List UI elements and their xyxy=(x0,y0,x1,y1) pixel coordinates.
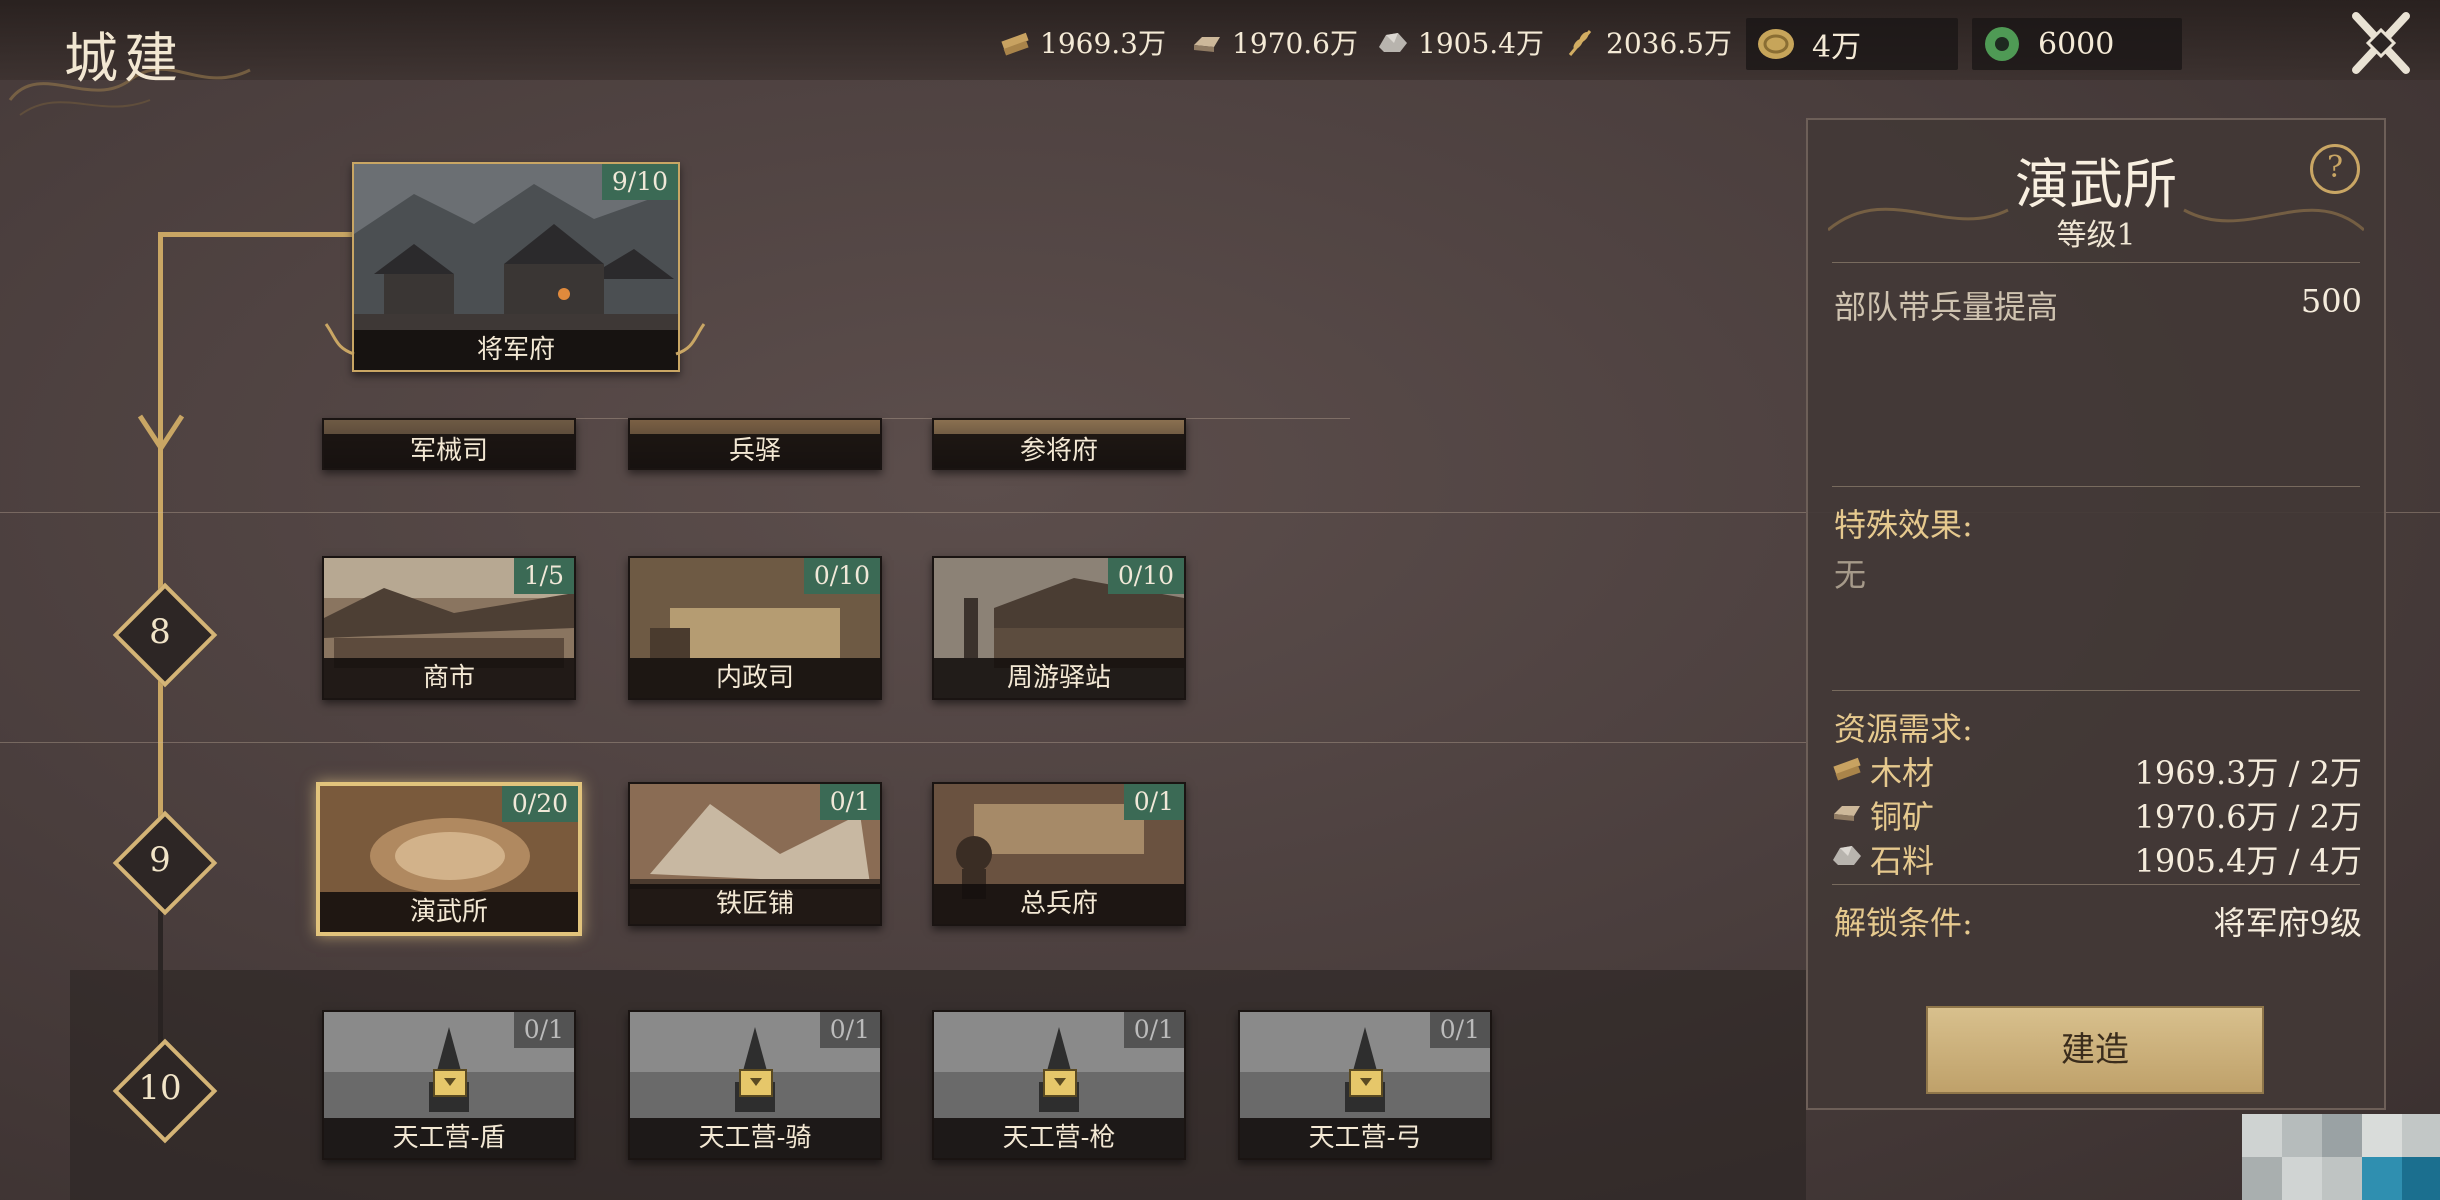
building-name: 总兵府 xyxy=(934,884,1184,924)
wood-icon xyxy=(1833,757,1861,781)
building-name: 天工营-盾 xyxy=(324,1118,574,1158)
building-card[interactable]: 参将府 xyxy=(932,418,1186,470)
requirement-name: 木材 xyxy=(1870,754,1935,792)
building-name: 参将府 xyxy=(934,434,1184,468)
help-icon[interactable]: ? xyxy=(2310,144,2360,194)
row-separator xyxy=(0,742,1806,743)
effect-value: 500 xyxy=(2300,282,2362,320)
progress-badge: 0/1 xyxy=(1429,1012,1490,1048)
resource-grain: 2036.5万 xyxy=(1564,22,1732,62)
building-name: 演武所 xyxy=(320,892,578,932)
building-name: 天工营-弓 xyxy=(1240,1118,1490,1158)
building-card-locked[interactable]: 0/1 天工营-骑 xyxy=(628,1010,882,1160)
tree-connector-horizontal xyxy=(158,232,354,237)
gold-coin-icon xyxy=(1758,29,1794,59)
resource-value: 1970.6万 xyxy=(1232,27,1358,60)
resource-wood: 1969.3万 xyxy=(998,22,1166,62)
copper-ingot-icon xyxy=(1834,806,1860,821)
requirement-name: 石料 xyxy=(1870,842,1935,880)
building-detail-panel: 演武所 等级1 ? 部队带兵量提高 500 特殊效果: 无 资源需求: 木材 1… xyxy=(1806,118,2386,1110)
building-name: 将军府 xyxy=(354,330,678,370)
unlock-label: 解锁条件: xyxy=(1834,904,1973,942)
resource-copper: 1970.6万 xyxy=(1190,22,1358,62)
progress-badge: 1/5 xyxy=(513,558,574,594)
progress-badge: 0/1 xyxy=(819,784,880,820)
resource-value: 1969.3万 xyxy=(1040,27,1166,60)
requirement-name: 铜矿 xyxy=(1870,798,1935,836)
copper-ingot-icon xyxy=(1194,37,1220,52)
requirement-value: 1969.3万 / 2万 xyxy=(2134,754,2362,792)
progress-badge: 0/1 xyxy=(819,1012,880,1048)
divider xyxy=(1832,262,2360,263)
unlock-value: 将军府9级 xyxy=(2213,904,2362,942)
resource-value: 2036.5万 xyxy=(1606,27,1732,60)
progress-badge: 0/10 xyxy=(803,558,880,594)
building-name: 天工营-骑 xyxy=(630,1118,880,1158)
detail-level: 等级1 xyxy=(2056,218,2136,253)
tree-arrow-icon xyxy=(137,414,185,452)
row-separator xyxy=(450,418,1350,419)
lock-icon xyxy=(433,1069,467,1097)
progress-badge: 9/10 xyxy=(601,164,678,200)
wood-icon xyxy=(1001,32,1029,56)
building-card[interactable]: 0/1 铁匠铺 xyxy=(628,782,882,926)
progress-badge: 0/10 xyxy=(1107,558,1184,594)
resource-jade-box[interactable]: 6000 xyxy=(1972,18,2182,70)
jade-icon xyxy=(1985,27,2019,61)
requirement-value: 1905.4万 / 4万 xyxy=(2134,842,2362,880)
card-corner-ornament xyxy=(675,323,706,356)
building-card[interactable]: 0/10 周游驿站 xyxy=(932,556,1186,700)
special-effect-value: 无 xyxy=(1834,556,1867,594)
level-number: 10 xyxy=(138,1068,182,1108)
building-name: 铁匠铺 xyxy=(630,884,880,924)
building-card[interactable]: 0/1 总兵府 xyxy=(932,782,1186,926)
requirement-value: 1970.6万 / 2万 xyxy=(2134,798,2362,836)
building-card[interactable]: 军械司 xyxy=(322,418,576,470)
special-effect-label: 特殊效果: xyxy=(1834,506,1973,544)
tree-connector-vertical xyxy=(158,232,163,860)
grain-icon xyxy=(1568,30,1592,56)
building-card-general-mansion[interactable]: 9/10 将军府 xyxy=(352,162,680,372)
stone-icon xyxy=(1379,33,1407,52)
building-card[interactable]: 0/10 内政司 xyxy=(628,556,882,700)
progress-badge: 0/20 xyxy=(501,786,578,822)
divider xyxy=(1832,486,2360,487)
resource-value: 6000 xyxy=(2038,26,2115,62)
building-card[interactable]: 兵驿 xyxy=(628,418,882,470)
building-card-locked[interactable]: 0/1 天工营-盾 xyxy=(322,1010,576,1160)
lock-icon xyxy=(739,1069,773,1097)
progress-badge: 0/1 xyxy=(1123,1012,1184,1048)
building-name: 军械司 xyxy=(324,434,574,468)
page-title: 城建 xyxy=(64,27,184,90)
building-name: 兵驿 xyxy=(630,434,880,468)
lock-icon xyxy=(1043,1069,1077,1097)
resource-value: 4万 xyxy=(1812,30,1862,65)
progress-badge: 0/1 xyxy=(513,1012,574,1048)
close-icon[interactable] xyxy=(2338,8,2424,78)
card-corner-ornament xyxy=(324,323,355,356)
level-number: 8 xyxy=(149,612,171,652)
building-name: 内政司 xyxy=(630,658,880,698)
divider xyxy=(1832,884,2360,885)
building-card-locked[interactable]: 0/1 天工营-弓 xyxy=(1238,1010,1492,1160)
effect-label: 部队带兵量提高 xyxy=(1834,288,2059,326)
building-name: 商市 xyxy=(324,658,574,698)
building-card-selected[interactable]: 0/20 演武所 xyxy=(316,782,582,936)
building-card-locked[interactable]: 0/1 天工营-枪 xyxy=(932,1010,1186,1160)
building-name: 天工营-枪 xyxy=(934,1118,1184,1158)
building-card[interactable]: 1/5 商市 xyxy=(322,556,576,700)
progress-badge: 0/1 xyxy=(1123,784,1184,820)
building-name: 周游驿站 xyxy=(934,658,1184,698)
requirements-label: 资源需求: xyxy=(1834,710,1973,748)
resource-stone: 1905.4万 xyxy=(1376,22,1544,62)
build-button[interactable]: 建造 xyxy=(1926,1006,2264,1094)
lock-icon xyxy=(1349,1069,1383,1097)
mosaic-overlay xyxy=(2242,1114,2440,1200)
detail-title: 演武所 xyxy=(2015,153,2177,216)
level-number: 9 xyxy=(149,840,171,880)
resource-value: 1905.4万 xyxy=(1418,27,1544,60)
resource-gold-box[interactable]: 4万 xyxy=(1746,18,1958,70)
divider xyxy=(1832,690,2360,691)
stone-icon xyxy=(1833,846,1861,865)
